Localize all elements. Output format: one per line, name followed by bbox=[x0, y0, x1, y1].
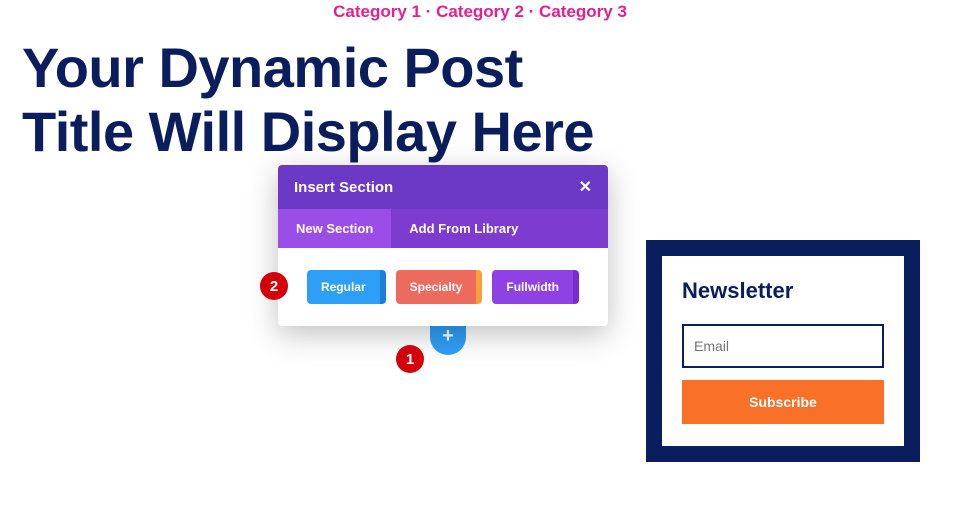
popup-title: Insert Section bbox=[294, 179, 393, 196]
popup-body: Regular Specialty Fullwidth bbox=[278, 248, 608, 326]
newsletter-inner: Newsletter Subscribe bbox=[662, 256, 904, 446]
specialty-label: Specialty bbox=[396, 270, 477, 304]
close-icon[interactable]: ✕ bbox=[579, 177, 592, 197]
insert-section-popup: Insert Section ✕ New Section Add From Li… bbox=[278, 165, 608, 326]
category-breadcrumb[interactable]: Category 1 · Category 2 · Category 3 bbox=[0, 0, 960, 22]
subscribe-button[interactable]: Subscribe bbox=[682, 380, 884, 424]
popup-tabs: New Section Add From Library bbox=[278, 209, 608, 248]
post-title: Your Dynamic Post Title Will Display Her… bbox=[0, 22, 600, 165]
newsletter-widget: Newsletter Subscribe bbox=[646, 240, 920, 462]
tab-new-section[interactable]: New Section bbox=[278, 209, 391, 248]
step-badge-1: 1 bbox=[396, 345, 424, 373]
add-section-icon[interactable]: + bbox=[430, 325, 466, 355]
newsletter-title: Newsletter bbox=[682, 278, 884, 304]
fullwidth-edge bbox=[573, 270, 579, 304]
email-field[interactable] bbox=[682, 324, 884, 368]
specialty-edge bbox=[476, 270, 482, 304]
regular-section-button[interactable]: Regular bbox=[307, 270, 386, 304]
specialty-section-button[interactable]: Specialty bbox=[396, 270, 483, 304]
popup-header: Insert Section ✕ bbox=[278, 165, 608, 209]
regular-edge bbox=[380, 270, 386, 304]
tab-add-from-library[interactable]: Add From Library bbox=[391, 209, 536, 248]
fullwidth-section-button[interactable]: Fullwidth bbox=[492, 270, 579, 304]
step-badge-2: 2 bbox=[260, 272, 288, 300]
regular-label: Regular bbox=[307, 270, 380, 304]
fullwidth-label: Fullwidth bbox=[492, 270, 573, 304]
